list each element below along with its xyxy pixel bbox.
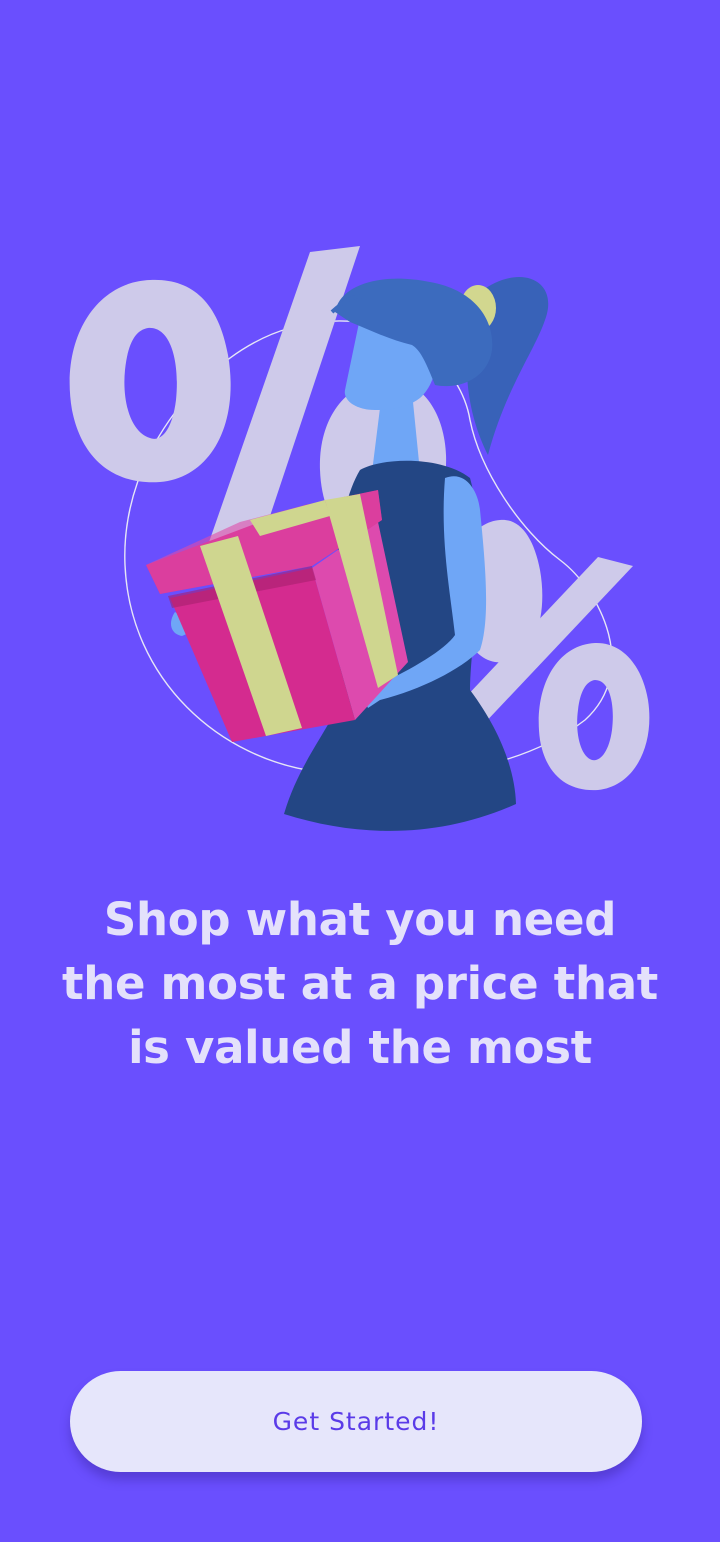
shopping-illustration [69,246,650,831]
onboarding-screen: Shop what you need the most at a price t… [0,0,720,1542]
onboarding-headline: Shop what you need the most at a price t… [62,893,658,1074]
gift-box-icon [146,490,408,742]
get-started-button[interactable]: Get Started! [70,1371,642,1472]
